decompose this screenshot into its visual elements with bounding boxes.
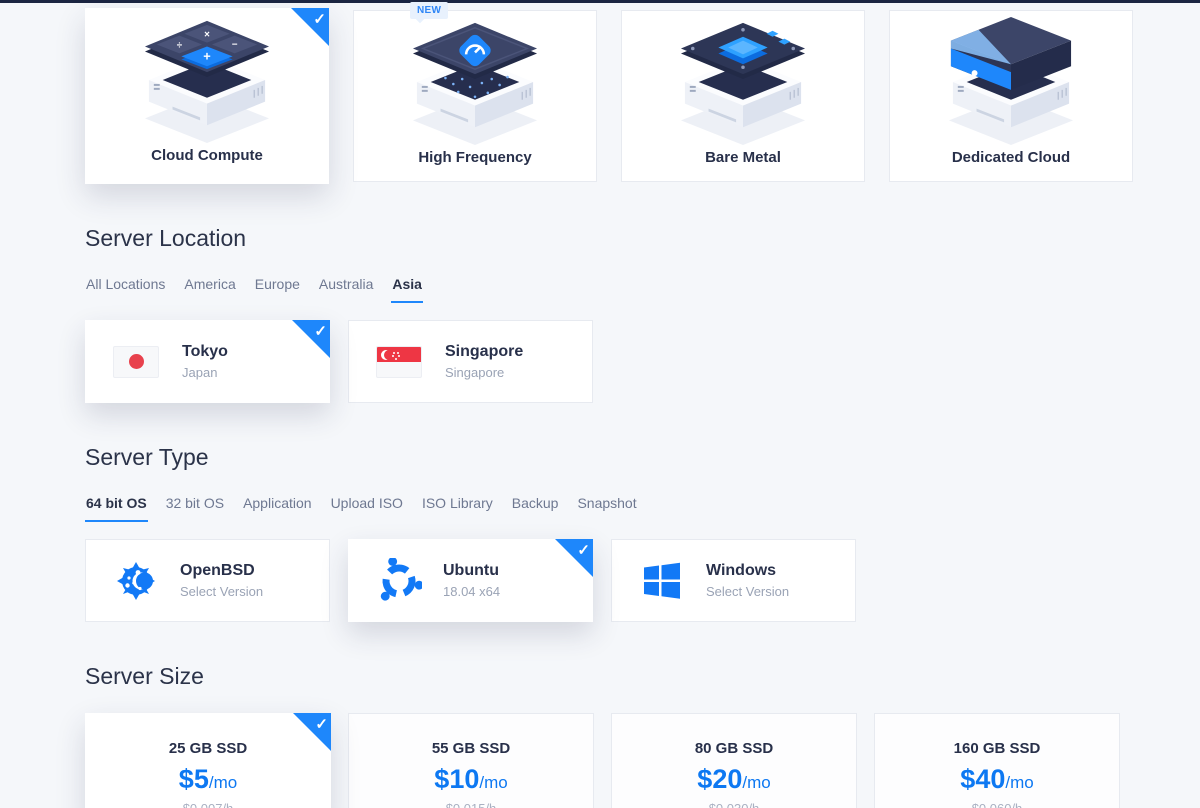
plan-price: $20/mo <box>612 764 856 795</box>
plan-storage: 160 GB SSD <box>875 740 1119 757</box>
os-card-row: OpenBSD Select Version ✓ Ubuntu 18.04 x6… <box>85 539 1200 622</box>
product-card-bare-metal[interactable]: Bare Metal <box>621 10 865 182</box>
plan-price-period: /mo <box>1005 773 1033 792</box>
tab-backup[interactable]: Backup <box>511 495 560 522</box>
check-icon: ✓ <box>314 322 327 340</box>
product-label: High Frequency <box>418 149 531 166</box>
tab-asia[interactable]: Asia <box>391 276 423 303</box>
os-card-ubuntu[interactable]: ✓ Ubuntu 18.04 x64 <box>348 539 593 622</box>
check-icon: ✓ <box>315 715 328 733</box>
plan-price: $5/mo <box>86 764 330 795</box>
tab-64-bit-os[interactable]: 64 bit OS <box>85 495 148 522</box>
location-city: Tokyo <box>182 343 228 361</box>
check-icon: ✓ <box>313 10 326 28</box>
tab-32-bit-os[interactable]: 32 bit OS <box>165 495 225 522</box>
bare-metal-illustration <box>658 17 828 147</box>
plan-price-amount: $5 <box>179 764 209 794</box>
singapore-flag-icon <box>376 346 422 378</box>
new-badge: NEW <box>410 2 448 19</box>
os-name: Ubuntu <box>443 562 500 580</box>
selected-check-corner: ✓ <box>291 8 329 46</box>
os-name: OpenBSD <box>180 562 263 580</box>
location-card-tokyo[interactable]: ✓ Tokyo Japan <box>85 320 330 403</box>
cloud-compute-illustration: × ÷ − + <box>122 15 292 145</box>
high-frequency-illustration <box>390 17 560 147</box>
os-version: Select Version <box>180 584 263 599</box>
selected-check-corner: ✓ <box>292 320 330 358</box>
os-card-windows[interactable]: Windows Select Version <box>611 539 856 622</box>
location-city: Singapore <box>445 343 523 361</box>
section-heading-server-location: Server Location <box>85 225 1200 252</box>
svg-text:×: × <box>204 30 210 41</box>
tab-america[interactable]: America <box>183 276 236 303</box>
windows-logo <box>639 558 685 604</box>
location-card-row: ✓ Tokyo Japan Singapore Singapore <box>85 320 1200 403</box>
tab-iso-library[interactable]: ISO Library <box>421 495 494 522</box>
tab-upload-iso[interactable]: Upload ISO <box>330 495 404 522</box>
plan-price-period: /mo <box>742 773 770 792</box>
product-label: Bare Metal <box>705 149 781 166</box>
os-version: 18.04 x64 <box>443 584 500 599</box>
tab-all-locations[interactable]: All Locations <box>85 276 166 303</box>
deploy-page: ✓ × <box>0 10 1200 808</box>
os-version: Select Version <box>706 584 789 599</box>
selected-check-corner: ✓ <box>293 713 331 751</box>
plan-storage: 80 GB SSD <box>612 740 856 757</box>
top-nav-edge <box>0 0 1200 3</box>
product-label: Cloud Compute <box>151 147 263 164</box>
plan-card-160gb[interactable]: 160 GB SSD $40/mo $0.060/h <box>874 713 1120 808</box>
check-icon: ✓ <box>577 541 590 559</box>
plan-price-amount: $40 <box>960 764 1005 794</box>
product-card-high-frequency[interactable]: NEW <box>353 10 597 182</box>
plan-price: $10/mo <box>349 764 593 795</box>
plan-hourly-price: $0.030/h <box>612 801 856 808</box>
plan-hourly-price: $0.060/h <box>875 801 1119 808</box>
product-card-cloud-compute[interactable]: ✓ × <box>85 8 329 184</box>
location-card-singapore[interactable]: Singapore Singapore <box>348 320 593 403</box>
japan-flag-icon <box>113 346 159 378</box>
plan-price-period: /mo <box>209 773 237 792</box>
location-country: Japan <box>182 365 228 380</box>
plan-price-amount: $20 <box>697 764 742 794</box>
plan-hourly-price: $0.007/h <box>86 801 330 808</box>
os-card-openbsd[interactable]: OpenBSD Select Version <box>85 539 330 622</box>
section-heading-server-type: Server Type <box>85 444 1200 471</box>
tab-application[interactable]: Application <box>242 495 313 522</box>
svg-text:÷: ÷ <box>177 40 183 51</box>
svg-text:−: − <box>232 40 238 51</box>
openbsd-logo <box>113 558 159 604</box>
plan-price: $40/mo <box>875 764 1119 795</box>
product-card-row: ✓ × <box>85 10 1200 184</box>
tab-australia[interactable]: Australia <box>318 276 374 303</box>
product-label: Dedicated Cloud <box>952 149 1070 166</box>
plan-price-amount: $10 <box>434 764 479 794</box>
os-name: Windows <box>706 562 789 580</box>
plan-card-55gb[interactable]: 55 GB SSD $10/mo $0.015/h <box>348 713 594 808</box>
size-card-row: ✓ 25 GB SSD $5/mo $0.007/h 55 GB SSD $10… <box>85 713 1200 808</box>
section-heading-server-size: Server Size <box>85 663 1200 690</box>
tab-europe[interactable]: Europe <box>254 276 301 303</box>
plan-price-period: /mo <box>479 773 507 792</box>
plan-card-25gb[interactable]: ✓ 25 GB SSD $5/mo $0.007/h <box>85 713 331 808</box>
location-tabs: All Locations America Europe Australia A… <box>85 276 1200 303</box>
location-country: Singapore <box>445 365 523 380</box>
tab-snapshot[interactable]: Snapshot <box>576 495 637 522</box>
ubuntu-logo <box>376 558 422 604</box>
selected-check-corner: ✓ <box>555 539 593 577</box>
svg-text:+: + <box>203 48 210 63</box>
plan-storage: 55 GB SSD <box>349 740 593 757</box>
plan-card-80gb[interactable]: 80 GB SSD $20/mo $0.030/h <box>611 713 857 808</box>
server-type-tabs: 64 bit OS 32 bit OS Application Upload I… <box>85 495 1200 522</box>
product-card-dedicated-cloud[interactable]: Dedicated Cloud <box>889 10 1133 182</box>
dedicated-cloud-illustration <box>926 17 1096 147</box>
plan-hourly-price: $0.015/h <box>349 801 593 808</box>
